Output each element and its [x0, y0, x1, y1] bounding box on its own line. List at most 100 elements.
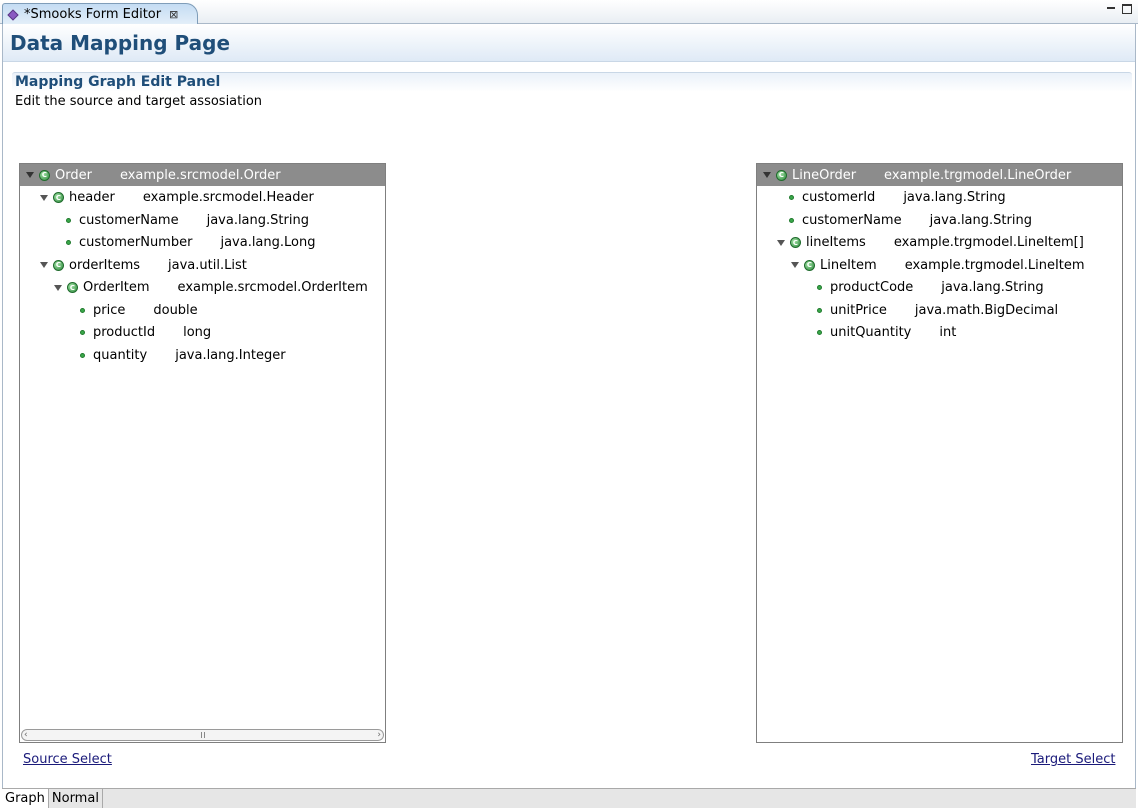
tree-row[interactable]: quantity java.lang.Integer	[20, 344, 385, 366]
smooks-editor-icon	[7, 8, 19, 21]
scroll-left-icon[interactable]: ‹	[24, 730, 28, 740]
tab-graph[interactable]: Graph	[2, 789, 49, 808]
class-icon: C	[53, 192, 64, 203]
node-name: customerName	[802, 212, 902, 228]
node-name: unitQuantity	[830, 325, 912, 340]
node-type: example.trgmodel.LineItem	[904, 257, 1085, 273]
tree-row[interactable]: unitPrice java.math.BigDecimal	[757, 299, 1122, 321]
page-tabs: Graph Normal	[2, 788, 1136, 808]
editor-tab[interactable]: *Smooks Form Editor ⊠	[2, 3, 198, 25]
node-name: quantity	[93, 347, 148, 363]
horizontal-scrollbar[interactable]: ‹ ›	[21, 729, 384, 741]
tree-row[interactable]: customerNumber java.lang.Long	[20, 232, 385, 254]
minimize-icon[interactable]	[1106, 4, 1116, 14]
field-icon	[817, 285, 822, 290]
maximize-icon[interactable]	[1122, 4, 1132, 14]
tree-row[interactable]: price double	[20, 299, 385, 321]
tree-root-row[interactable]: C LineOrder example.trgmodel.LineOrder	[757, 164, 1122, 186]
tree-row[interactable]: productId long	[20, 322, 385, 344]
node-type: java.lang.Long	[220, 235, 316, 250]
node-name: customerName	[79, 212, 179, 228]
close-icon[interactable]: ⊠	[169, 8, 178, 21]
field-icon	[80, 330, 85, 335]
node-name: LineOrder	[792, 167, 857, 183]
node-type: example.srcmodel.Order	[119, 167, 281, 183]
mapping-graph-section: Mapping Graph Edit Panel Edit the source…	[12, 72, 1132, 142]
page-header: Data Mapping Page	[3, 24, 1135, 62]
editor-area: Data Mapping Page Mapping Graph Edit Pan…	[2, 24, 1136, 788]
node-type: java.util.List	[168, 257, 247, 273]
scroll-right-icon[interactable]: ›	[377, 730, 381, 740]
node-type: java.lang.String	[206, 212, 309, 228]
node-name: customerNumber	[79, 235, 193, 250]
field-icon	[80, 307, 85, 313]
field-icon	[66, 240, 71, 245]
node-name: header	[69, 190, 115, 205]
node-type: example.srcmodel.OrderItem	[177, 280, 368, 295]
scroll-thumb[interactable]	[200, 732, 205, 738]
node-name: OrderItem	[83, 280, 150, 295]
node-name: lineItems	[806, 235, 866, 250]
node-name: Order	[55, 167, 92, 183]
tree-row[interactable]: productCode java.lang.String	[757, 277, 1122, 299]
class-icon: C	[790, 237, 801, 248]
node-name: LineItem	[820, 257, 877, 273]
node-type: example.trgmodel.LineOrder	[884, 167, 1072, 183]
editor-tab-bar: *Smooks Form Editor ⊠	[0, 0, 1138, 25]
tree-row[interactable]: Cheader example.srcmodel.Header	[20, 187, 385, 209]
node-type: java.lang.String	[929, 212, 1032, 228]
node-type: java.lang.String	[903, 190, 1006, 205]
node-name: orderItems	[69, 257, 141, 273]
node-name: price	[93, 302, 126, 318]
tree-row[interactable]: customerName java.lang.String	[757, 209, 1122, 231]
section-title: Mapping Graph Edit Panel	[15, 74, 221, 90]
source-select-link[interactable]: Source Select	[23, 752, 112, 767]
field-icon	[817, 307, 822, 313]
field-icon	[789, 195, 794, 200]
tree-row[interactable]: C LineItem example.trgmodel.LineItem	[757, 254, 1122, 276]
target-tree-panel[interactable]: C LineOrder example.trgmodel.LineOrder cust…	[756, 163, 1123, 743]
tree-root-row[interactable]: C Order example.srcmodel.Order	[20, 164, 385, 186]
field-icon	[789, 217, 794, 223]
tree-row[interactable]: C OrderItem example.srcmodel.OrderItem	[20, 277, 385, 299]
expand-toggle-icon[interactable]	[38, 192, 50, 204]
expand-toggle-icon[interactable]	[761, 169, 773, 181]
node-name: productId	[93, 325, 156, 340]
tree-row[interactable]: customerId java.lang.String	[757, 187, 1122, 209]
target-select-link[interactable]: Target Select	[1031, 752, 1115, 767]
field-icon	[66, 217, 71, 223]
node-type: example.srcmodel.Header	[142, 190, 314, 205]
node-type: java.math.BigDecimal	[914, 302, 1059, 318]
class-icon: C	[67, 282, 78, 293]
node-type: double	[153, 302, 198, 318]
node-name: productCode	[830, 280, 914, 295]
editor-tab-label: *Smooks Form Editor	[24, 7, 162, 22]
expand-toggle-icon[interactable]	[789, 259, 801, 271]
expand-toggle-icon[interactable]	[38, 259, 50, 271]
tree-row[interactable]: unitQuantity int	[757, 322, 1122, 344]
page-title: Data Mapping Page	[10, 31, 231, 55]
node-type: long	[183, 325, 212, 340]
node-name: unitPrice	[830, 302, 887, 318]
node-type: example.trgmodel.LineItem[]	[893, 235, 1084, 250]
tab-normal[interactable]: Normal	[49, 789, 103, 808]
class-icon: C	[53, 259, 64, 271]
tree-row[interactable]: ClineItems example.trgmodel.LineItem[]	[757, 232, 1122, 254]
section-description: Edit the source and target assosiation	[15, 94, 263, 109]
expand-toggle-icon[interactable]	[775, 237, 787, 249]
class-icon: C	[804, 259, 815, 271]
tree-row[interactable]: customerName java.lang.String	[20, 209, 385, 231]
field-icon	[817, 330, 822, 335]
tree-row[interactable]: CorderItems java.util.List	[20, 254, 385, 276]
node-name: customerId	[802, 190, 876, 205]
window-controls	[1106, 4, 1132, 14]
node-type: java.lang.String	[941, 280, 1044, 295]
node-type: java.lang.Integer	[175, 347, 286, 363]
class-icon: C	[776, 169, 787, 181]
field-icon	[80, 352, 85, 358]
class-icon: C	[39, 169, 50, 181]
expand-toggle-icon[interactable]	[52, 282, 64, 294]
node-type: int	[939, 325, 957, 340]
expand-toggle-icon[interactable]	[24, 169, 36, 181]
source-tree-panel[interactable]: C Order example.srcmodel.Order Cheader examp…	[19, 163, 386, 743]
